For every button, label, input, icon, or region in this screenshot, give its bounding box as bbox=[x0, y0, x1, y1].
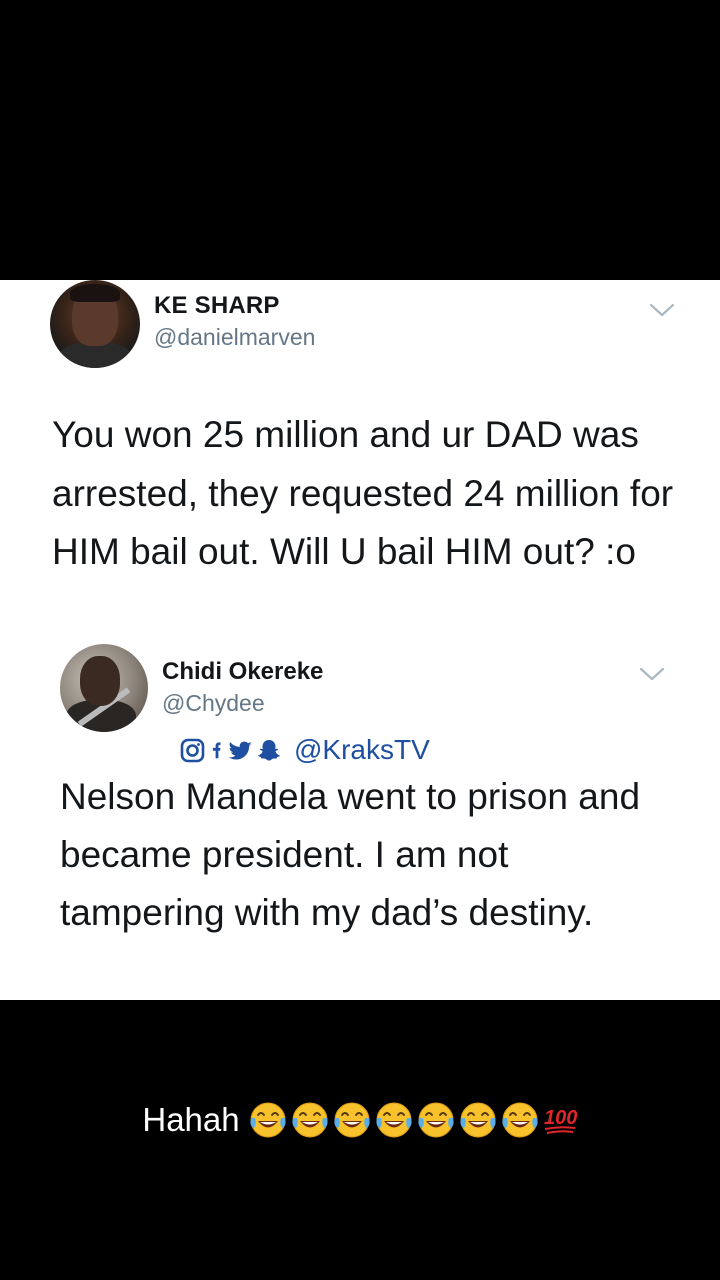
watermark-social-row: @KraksTV bbox=[180, 732, 430, 768]
tweet2-author-handle[interactable]: @Chydee bbox=[162, 690, 265, 717]
face-with-tears-of-joy-icon bbox=[418, 1102, 454, 1138]
facebook-icon bbox=[212, 742, 221, 759]
hundred-points-icon: 100 bbox=[544, 1107, 577, 1134]
face-with-tears-of-joy-icon bbox=[334, 1102, 370, 1138]
caption-text: Hahah bbox=[142, 1101, 240, 1138]
tweet2-author-name[interactable]: Chidi Okereke bbox=[162, 658, 323, 686]
snapchat-icon bbox=[258, 740, 280, 761]
tweet-screenshot-card: KE SHARP @danielmarven You won 25 millio… bbox=[0, 280, 720, 1000]
twitter-icon bbox=[228, 741, 252, 760]
chevron-down-icon[interactable] bbox=[638, 664, 666, 684]
face-with-tears-of-joy-icon bbox=[250, 1102, 286, 1138]
tweet2-text: Nelson Mandela went to prison and became… bbox=[60, 776, 641, 933]
tweet1-author-handle[interactable]: @danielmarven bbox=[154, 324, 315, 351]
ke-sharp-avatar[interactable] bbox=[50, 280, 140, 368]
face-with-tears-of-joy-icon bbox=[502, 1102, 538, 1138]
watermark-handle: @KraksTV bbox=[294, 734, 430, 765]
svg-text:100: 100 bbox=[544, 1107, 577, 1129]
instagram-icon bbox=[180, 738, 205, 763]
post-caption: Hahah 100 bbox=[0, 1100, 720, 1140]
face-with-tears-of-joy-icon bbox=[460, 1102, 496, 1138]
screenshot-page: KE SHARP @danielmarven You won 25 millio… bbox=[0, 0, 720, 1280]
chidi-okereke-avatar[interactable] bbox=[60, 644, 148, 732]
chevron-down-icon[interactable] bbox=[648, 300, 676, 320]
tweet1-author-name[interactable]: KE SHARP bbox=[154, 292, 280, 320]
face-with-tears-of-joy-icon bbox=[292, 1102, 328, 1138]
tweet1-text: You won 25 million and ur DAD was arrest… bbox=[52, 414, 674, 572]
caption-emoji-row: 100 bbox=[246, 1100, 578, 1140]
face-with-tears-of-joy-icon bbox=[376, 1102, 412, 1138]
